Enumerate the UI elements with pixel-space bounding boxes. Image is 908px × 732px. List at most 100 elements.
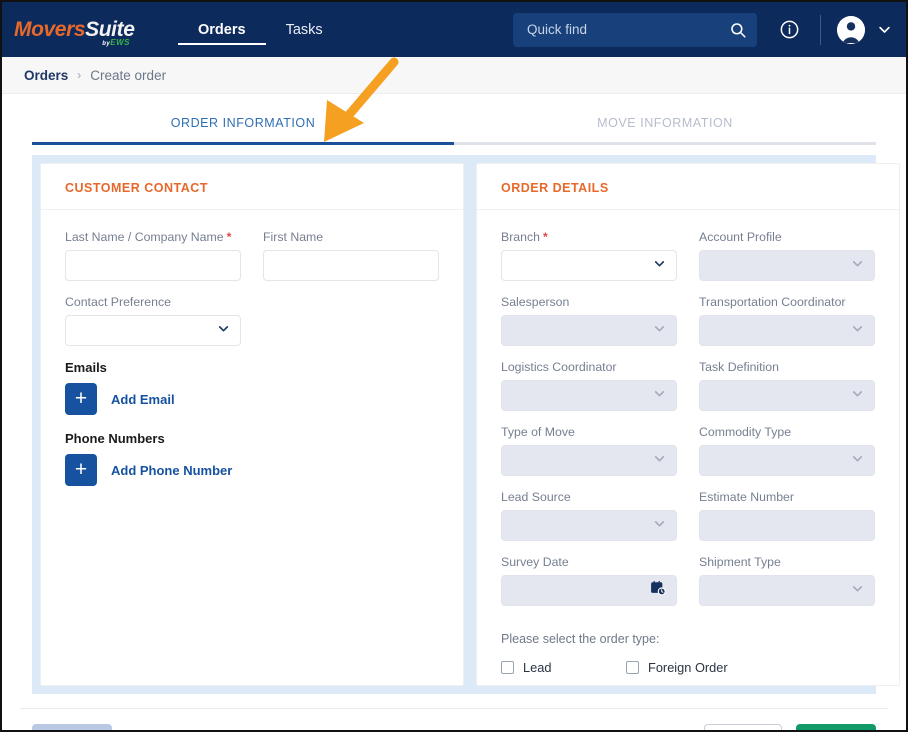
info-circle-icon[interactable] <box>779 19 800 40</box>
add-email-row: + Add Email <box>65 383 439 415</box>
chevron-down-icon <box>851 387 864 405</box>
field-commodity-type: Commodity Type <box>699 425 875 476</box>
first-name-input[interactable] <box>263 250 439 281</box>
field-shipment-type: Shipment Type <box>699 555 875 606</box>
field-survey-date: Survey Date <box>501 555 677 606</box>
tab-active-indicator <box>32 142 454 145</box>
panels-container: CUSTOMER CONTACT Last Name / Company Nam… <box>32 155 900 694</box>
chevron-down-icon <box>653 257 666 275</box>
chevron-down-icon <box>851 322 864 340</box>
footer-actions: Next Cancel Save <box>2 709 906 730</box>
logistics-coordinator-select[interactable] <box>501 380 677 411</box>
chevron-down-icon <box>851 582 864 600</box>
checkbox-lead-label: Lead <box>523 660 552 675</box>
quick-find-container[interactable] <box>513 12 757 47</box>
checkbox-foreign-order[interactable]: Foreign Order <box>626 660 751 675</box>
nav-item-tasks[interactable]: Tasks <box>266 2 343 57</box>
save-button[interactable]: Save <box>796 724 876 730</box>
checkbox-lead-box[interactable] <box>501 661 514 674</box>
top-nav-items: Orders Tasks <box>178 2 343 57</box>
field-contact-preference: Contact Preference <box>65 295 241 346</box>
field-estimate-number-label: Estimate Number <box>699 490 794 504</box>
field-salesperson-label: Salesperson <box>501 295 570 309</box>
field-branch-label-text: Branch <box>501 230 540 244</box>
field-logistics-coordinator-label: Logistics Coordinator <box>501 360 617 374</box>
search-icon[interactable] <box>729 21 747 39</box>
app-logo[interactable]: MoversSuite byEWS <box>14 19 136 47</box>
lead-source-select[interactable] <box>501 510 677 541</box>
shipment-type-select[interactable] <box>699 575 875 606</box>
nav-divider <box>820 14 821 45</box>
required-marker: * <box>226 230 232 244</box>
plus-icon: + <box>74 387 88 410</box>
field-last-name-label: Last Name / Company Name * <box>65 230 241 244</box>
tab-order-information-label: ORDER INFORMATION <box>170 116 316 130</box>
field-account-profile: Account Profile <box>699 230 875 281</box>
contact-preference-select[interactable] <box>65 315 241 346</box>
app-window: MoversSuite byEWS Orders Tasks Quick fin… <box>0 0 908 732</box>
plus-icon: + <box>74 458 88 481</box>
user-avatar-icon[interactable] <box>837 15 865 44</box>
field-lead-source-label: Lead Source <box>501 490 571 504</box>
checkbox-lead[interactable]: Lead <box>501 660 626 675</box>
tab-order-information[interactable]: ORDER INFORMATION <box>32 94 454 142</box>
logo-byline: byEWS <box>102 39 130 48</box>
checkbox-foreign-order-box[interactable] <box>626 661 639 674</box>
tab-move-information-label: MOVE INFORMATION <box>597 116 733 130</box>
field-last-name: Last Name / Company Name * <box>65 230 241 281</box>
chevron-down-icon <box>851 257 864 275</box>
tab-move-information[interactable]: MOVE INFORMATION <box>454 94 876 142</box>
chevron-down-icon[interactable] <box>877 22 892 37</box>
breadcrumb-item-create-order: Create order <box>90 67 167 83</box>
field-logistics-coordinator: Logistics Coordinator <box>501 360 677 411</box>
field-type-of-move: Type of Move <box>501 425 677 476</box>
order-type-prompt: Please select the order type: <box>501 632 660 646</box>
field-contact-preference-label: Contact Preference <box>65 295 171 309</box>
calendar-clock-icon[interactable] <box>650 580 666 601</box>
search-input[interactable] <box>527 22 729 37</box>
cancel-button[interactable]: Cancel <box>704 724 782 730</box>
commodity-type-select[interactable] <box>699 445 875 476</box>
content-area: CUSTOMER CONTACT Last Name / Company Nam… <box>32 145 900 694</box>
field-estimate-number: Estimate Number <box>699 490 875 541</box>
add-email-label[interactable]: Add Email <box>111 392 175 407</box>
field-survey-date-label: Survey Date <box>501 555 569 569</box>
field-transportation-coordinator-label: Transportation Coordinator <box>699 295 846 309</box>
field-shipment-type-label: Shipment Type <box>699 555 781 569</box>
estimate-number-input[interactable] <box>699 510 875 541</box>
type-of-move-select[interactable] <box>501 445 677 476</box>
name-fields-row: Last Name / Company Name * First Name <box>65 230 439 295</box>
field-type-of-move-label: Type of Move <box>501 425 575 439</box>
top-nav-right-group <box>513 12 892 47</box>
add-email-button[interactable]: + <box>65 383 97 415</box>
last-name-input[interactable] <box>65 250 241 281</box>
field-salesperson: Salesperson <box>501 295 677 346</box>
field-branch: Branch * <box>501 230 677 281</box>
branch-select[interactable] <box>501 250 677 281</box>
next-button[interactable]: Next <box>32 724 112 730</box>
logo-wordmark: MoversSuite <box>14 19 136 40</box>
transportation-coordinator-select[interactable] <box>699 315 875 346</box>
field-first-name-label: First Name <box>263 230 324 244</box>
top-navigation-bar: MoversSuite byEWS Orders Tasks <box>2 2 906 57</box>
emails-heading: Emails <box>65 360 107 375</box>
breadcrumb-item-orders[interactable]: Orders <box>24 68 68 83</box>
order-details-row-6: Survey Date Shipment Type <box>501 555 875 620</box>
breadcrumb-separator-icon: › <box>77 68 82 82</box>
nav-item-tasks-label: Tasks <box>285 21 323 38</box>
add-phone-row: + Add Phone Number <box>65 454 439 486</box>
field-account-profile-label: Account Profile <box>699 230 782 244</box>
add-phone-number-button[interactable]: + <box>65 454 97 486</box>
chevron-down-icon <box>851 452 864 470</box>
breadcrumb: Orders › Create order <box>2 57 906 94</box>
order-details-row-2: Salesperson Transportation Coordinator <box>501 295 875 360</box>
nav-item-orders[interactable]: Orders <box>178 2 266 57</box>
salesperson-select[interactable] <box>501 315 677 346</box>
task-definition-select[interactable] <box>699 380 875 411</box>
chevron-down-icon <box>217 322 230 340</box>
add-phone-number-label[interactable]: Add Phone Number <box>111 463 232 478</box>
logo-primary-text: Movers <box>14 18 86 41</box>
survey-date-input[interactable] <box>501 575 677 606</box>
account-profile-select[interactable] <box>699 250 875 281</box>
customer-contact-panel: CUSTOMER CONTACT Last Name / Company Nam… <box>40 163 464 686</box>
